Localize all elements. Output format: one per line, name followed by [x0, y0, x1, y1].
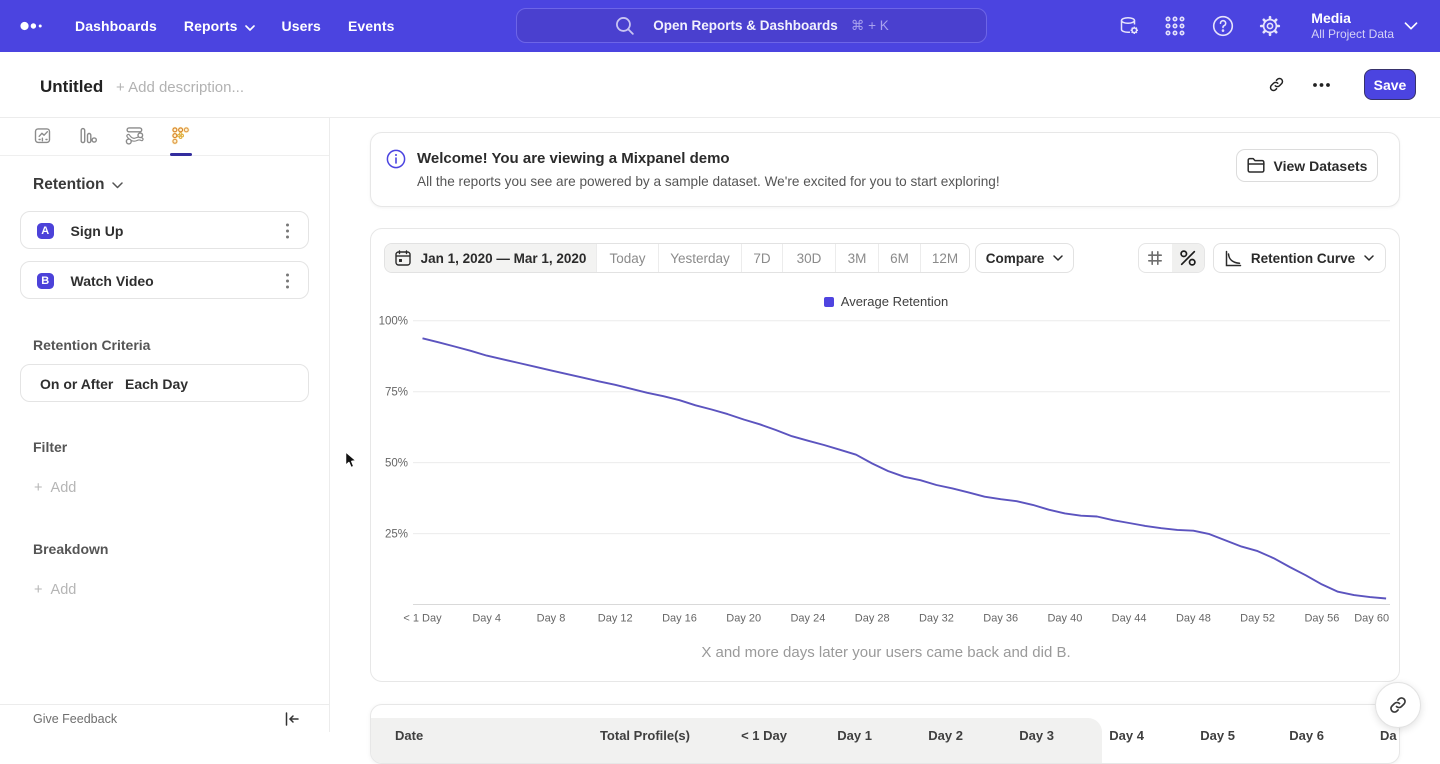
- svg-text:50%: 50%: [385, 458, 408, 470]
- svg-text:Day 32: Day 32: [919, 613, 954, 625]
- svg-text:< 1 Day: < 1 Day: [403, 613, 442, 625]
- svg-text:Day 4: Day 4: [472, 613, 501, 625]
- svg-text:Day 40: Day 40: [1047, 613, 1082, 625]
- svg-text:Day 48: Day 48: [1176, 613, 1211, 625]
- svg-text:Day 24: Day 24: [790, 613, 825, 625]
- svg-text:Day 12: Day 12: [598, 613, 633, 625]
- svg-text:Day 36: Day 36: [983, 613, 1018, 625]
- svg-text:Day 20: Day 20: [726, 613, 761, 625]
- svg-text:Day 56: Day 56: [1304, 613, 1339, 625]
- svg-text:100%: 100%: [379, 316, 408, 328]
- svg-text:Day 28: Day 28: [855, 613, 890, 625]
- svg-text:Day 52: Day 52: [1240, 613, 1275, 625]
- svg-text:Day 8: Day 8: [537, 613, 566, 625]
- svg-text:25%: 25%: [385, 529, 408, 541]
- svg-text:75%: 75%: [385, 387, 408, 399]
- svg-text:Day 16: Day 16: [662, 613, 697, 625]
- svg-text:Day 60: Day 60: [1354, 613, 1389, 625]
- svg-text:Day 44: Day 44: [1112, 613, 1147, 625]
